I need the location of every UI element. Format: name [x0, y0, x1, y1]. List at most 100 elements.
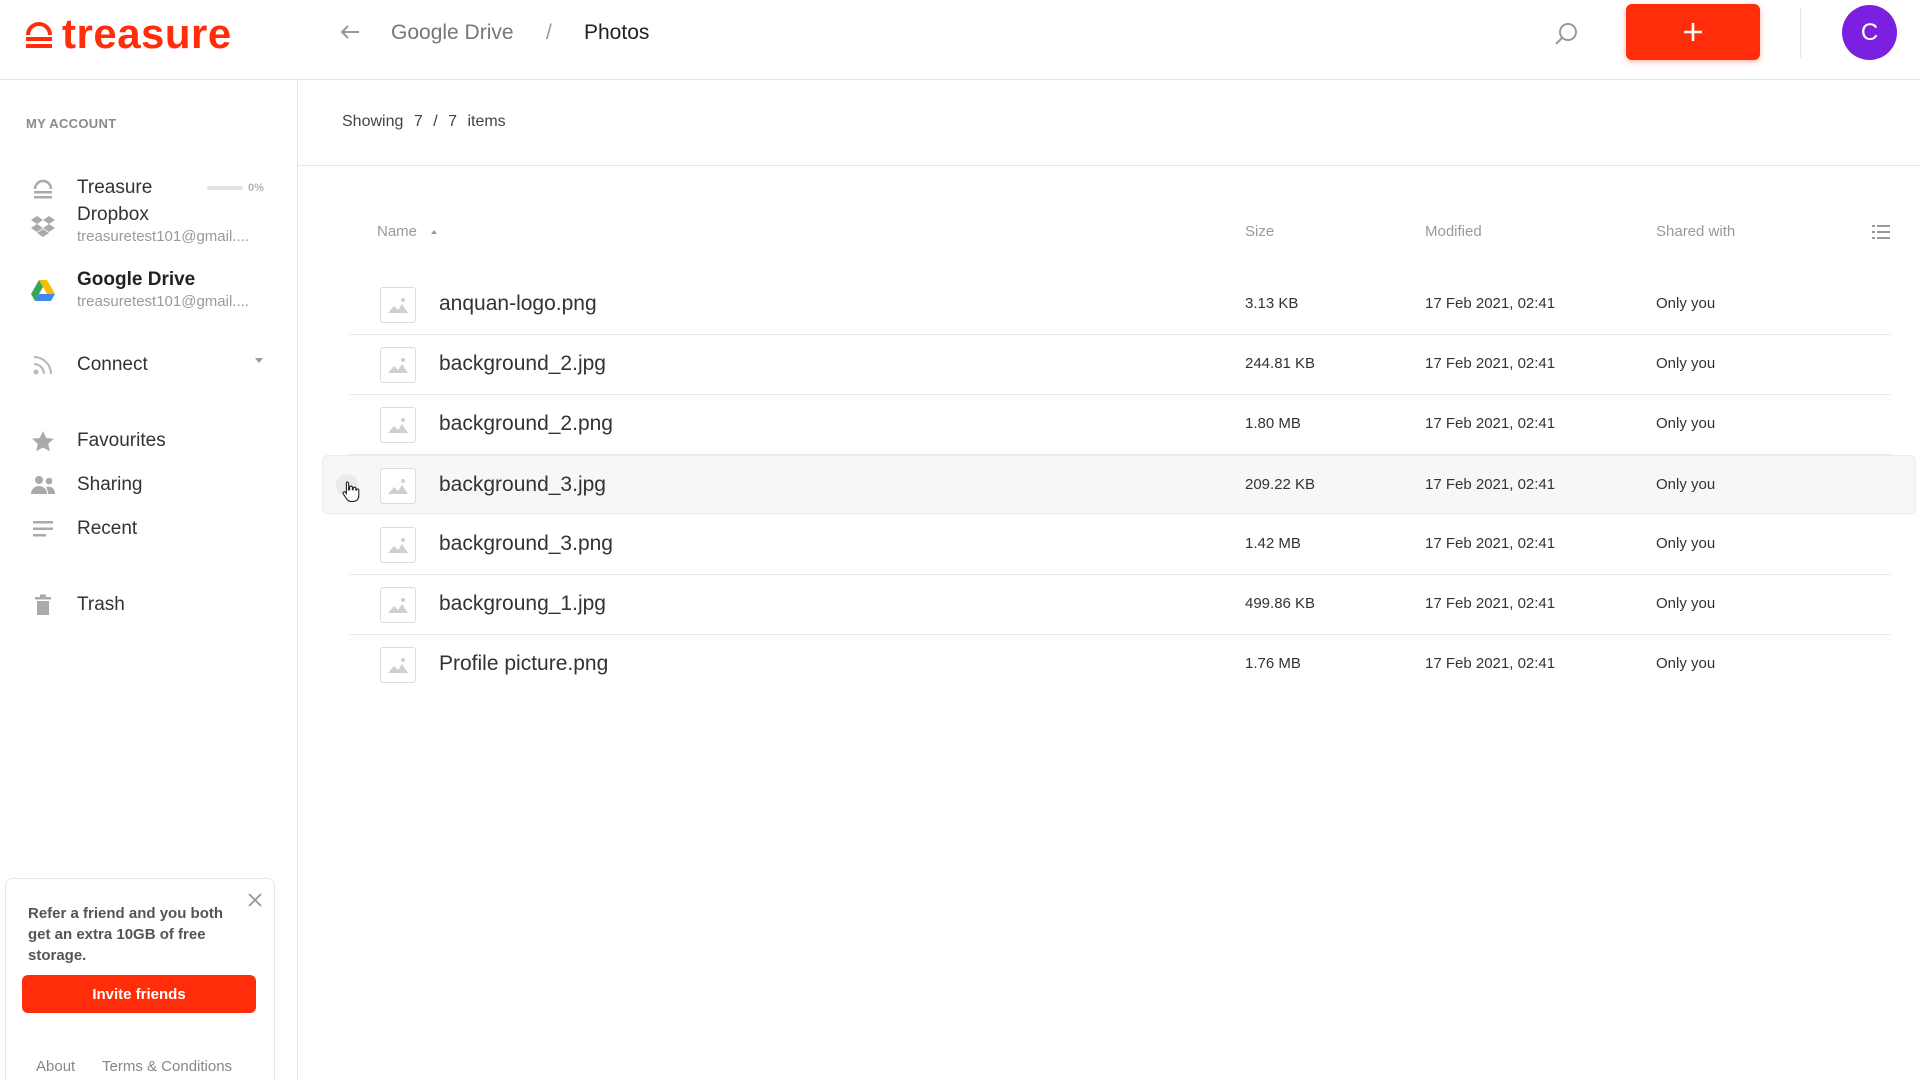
logo-text: treasure	[62, 10, 232, 57]
search-icon[interactable]	[1550, 18, 1582, 50]
sidebar-item-label: Google Drive	[77, 269, 196, 290]
file-name: anquan-logo.png	[439, 292, 597, 315]
sidebar-item-label: Trash	[77, 594, 125, 615]
item-count-shown: 7	[413, 113, 423, 130]
table-row[interactable]: background_2.jpg 244.81 KB 17 Feb 2021, …	[350, 335, 1890, 395]
file-modified: 17 Feb 2021, 02:41	[1425, 535, 1556, 552]
sidebar-item-label: Connect	[77, 354, 148, 375]
avatar[interactable]: C	[1842, 5, 1897, 60]
file-modified: 17 Feb 2021, 02:41	[1425, 595, 1556, 612]
list-icon	[30, 517, 56, 541]
top-header: treasure Google Drive / Photos C	[0, 0, 1920, 80]
file-modified: 17 Feb 2021, 02:41	[1425, 295, 1556, 312]
sidebar-item-recent[interactable]: Recent	[0, 507, 297, 551]
dropbox-account-email: treasuretest101@gmail....	[77, 228, 249, 245]
item-count-label: Showing	[342, 113, 404, 130]
plus-icon	[1684, 23, 1702, 41]
sidebar-item-dropbox[interactable]: Dropbox treasuretest101@gmail....	[0, 204, 297, 256]
table-row[interactable]: Profile picture.png 1.76 MB 17 Feb 2021,…	[350, 635, 1890, 695]
back-arrow-icon[interactable]	[336, 18, 364, 46]
add-button[interactable]	[1626, 4, 1760, 60]
section-title-my-account: MY ACCOUNT	[26, 116, 117, 131]
column-header-name[interactable]: Name	[377, 223, 438, 240]
hand-cursor-icon	[341, 480, 361, 502]
table-row[interactable]: background_3.png 1.42 MB 17 Feb 2021, 02…	[350, 515, 1890, 575]
item-count-bar: Showing 7 / 7 items	[298, 80, 1920, 166]
item-count-suffix: items	[467, 113, 506, 130]
file-size: 1.42 MB	[1245, 535, 1301, 552]
file-name: background_3.png	[439, 532, 613, 555]
image-file-icon	[380, 587, 416, 623]
file-size: 499.86 KB	[1245, 595, 1316, 612]
google-drive-account-email: treasuretest101@gmail....	[77, 293, 249, 310]
image-file-icon	[380, 527, 416, 563]
file-name: background_2.png	[439, 412, 613, 435]
breadcrumb-separator: /	[546, 21, 552, 44]
image-file-icon	[380, 407, 416, 443]
rss-icon	[30, 353, 56, 377]
sidebar-item-label: Favourites	[77, 430, 166, 451]
sidebar: MY ACCOUNT Treasure 0% Dropbox treasuret…	[0, 80, 298, 1080]
item-count-separator: /	[433, 113, 438, 130]
sidebar-item-label: Treasure	[77, 177, 153, 198]
image-file-icon	[380, 287, 416, 323]
sort-ascending-icon	[431, 230, 438, 235]
image-file-icon	[380, 647, 416, 683]
table-row[interactable]: backgroung_1.jpg 499.86 KB 17 Feb 2021, …	[350, 575, 1890, 635]
header-divider	[1800, 8, 1801, 58]
refer-friend-text: Refer a friend and you both get an extra…	[28, 905, 224, 964]
file-name: background_2.jpg	[439, 352, 606, 375]
file-size: 1.80 MB	[1245, 415, 1301, 432]
sidebar-item-favourites[interactable]: Favourites	[0, 419, 297, 463]
file-name: background_3.jpg	[439, 473, 606, 496]
breadcrumb-google-drive[interactable]: Google Drive	[391, 20, 514, 46]
sidebar-item-trash[interactable]: Trash	[0, 583, 297, 627]
file-size: 209.22 KB	[1245, 476, 1316, 493]
file-shared-with: Only you	[1656, 476, 1716, 493]
google-drive-icon	[30, 279, 56, 303]
invite-friends-button[interactable]: Invite friends	[22, 975, 256, 1013]
treasure-logo[interactable]: treasure	[24, 10, 232, 57]
file-name: Profile picture.png	[439, 652, 609, 675]
table-row[interactable]: anquan-logo.png 3.13 KB 17 Feb 2021, 02:…	[350, 275, 1890, 335]
terms-link[interactable]: Terms & Conditions	[102, 1058, 232, 1075]
file-modified: 17 Feb 2021, 02:41	[1425, 476, 1556, 493]
dropbox-icon	[30, 214, 56, 238]
star-icon	[30, 429, 56, 453]
storage-usage-text: 0%	[248, 182, 264, 194]
list-view-icon[interactable]	[1872, 224, 1892, 242]
column-header-name-label: Name	[377, 223, 418, 240]
sidebar-item-google-drive[interactable]: Google Drive treasuretest101@gmail....	[0, 269, 297, 321]
trash-icon	[30, 593, 56, 617]
sidebar-item-sharing[interactable]: Sharing	[0, 463, 297, 507]
file-shared-with: Only you	[1656, 535, 1716, 552]
item-count-total: 7	[448, 113, 457, 130]
chevron-down-icon[interactable]	[255, 358, 263, 363]
image-file-icon	[380, 468, 416, 504]
column-header-modified[interactable]: Modified	[1425, 223, 1482, 240]
breadcrumb-current: Photos	[584, 21, 650, 44]
sidebar-item-connect[interactable]: Connect	[0, 343, 297, 387]
sidebar-item-label: Dropbox	[77, 204, 149, 225]
file-shared-with: Only you	[1656, 415, 1716, 432]
file-shared-with: Only you	[1656, 355, 1716, 372]
table-row[interactable]: background_3.jpg 209.22 KB 17 Feb 2021, …	[322, 455, 1916, 514]
table-row[interactable]: background_2.png 1.80 MB 17 Feb 2021, 02…	[350, 395, 1890, 455]
storage-usage-bar	[207, 186, 243, 190]
close-icon[interactable]	[246, 891, 264, 909]
treasure-logo-icon	[24, 19, 54, 49]
image-file-icon	[380, 347, 416, 383]
people-icon	[30, 473, 56, 497]
file-size: 1.76 MB	[1245, 655, 1301, 672]
refer-friend-card: Refer a friend and you both get an extra…	[5, 878, 275, 1080]
column-header-shared[interactable]: Shared with	[1656, 223, 1735, 240]
about-link[interactable]: About	[36, 1058, 75, 1075]
item-count: Showing 7 / 7 items	[342, 113, 512, 131]
file-modified: 17 Feb 2021, 02:41	[1425, 655, 1556, 672]
sidebar-item-label: Recent	[77, 518, 138, 539]
file-shared-with: Only you	[1656, 595, 1716, 612]
file-modified: 17 Feb 2021, 02:41	[1425, 355, 1556, 372]
treasure-icon	[30, 176, 56, 200]
file-modified: 17 Feb 2021, 02:41	[1425, 415, 1556, 432]
column-header-size[interactable]: Size	[1245, 223, 1274, 240]
